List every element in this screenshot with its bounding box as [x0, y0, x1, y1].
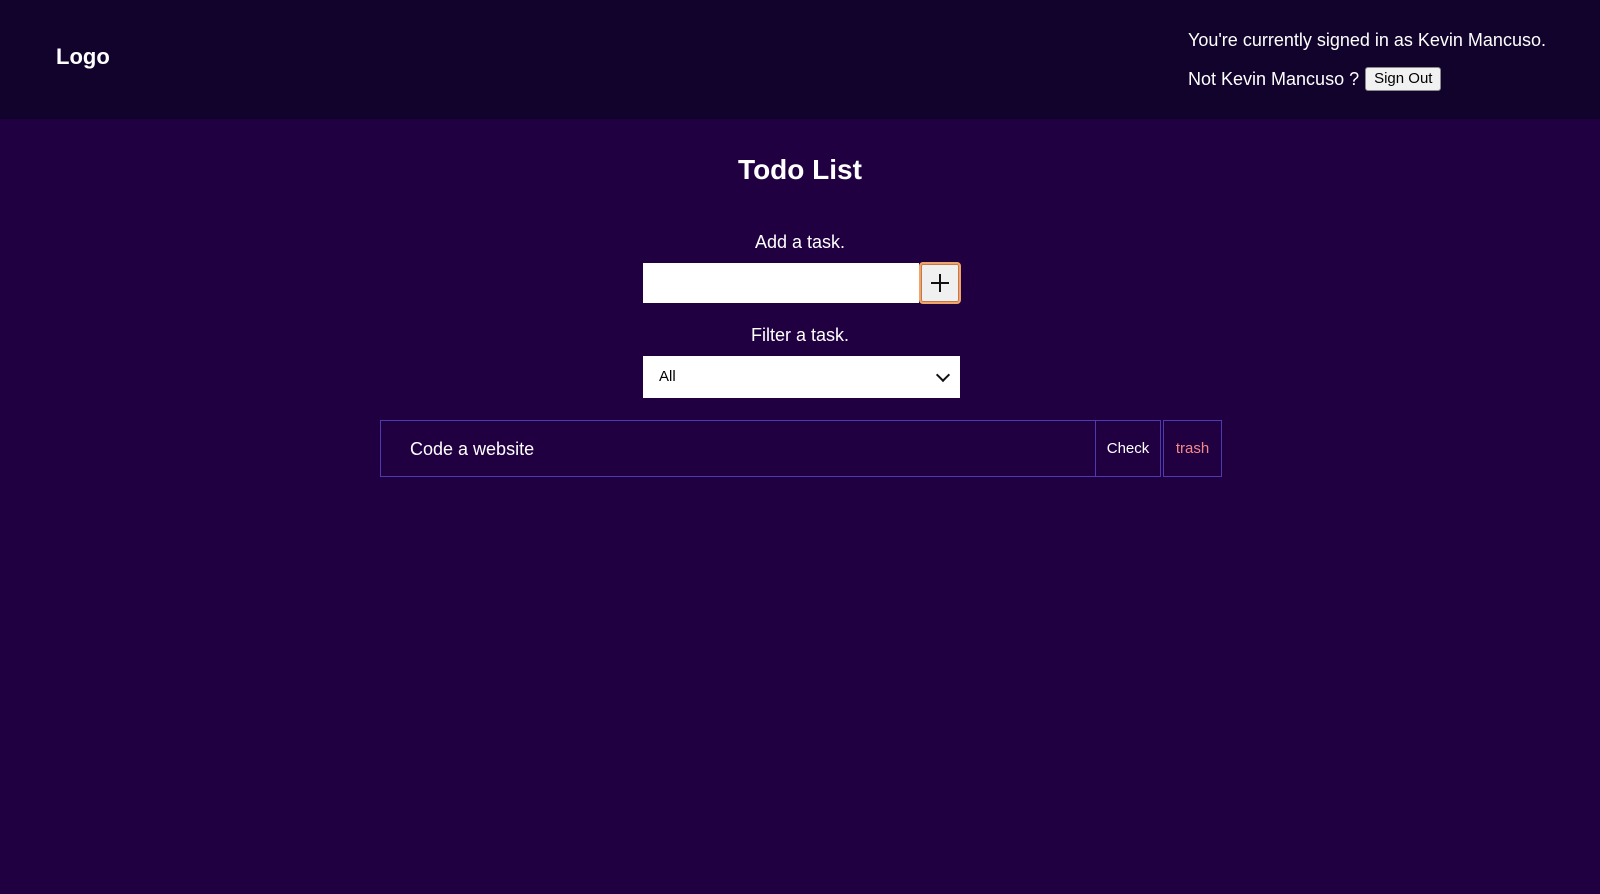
signed-in-status: You're currently signed in as Kevin Manc…: [1188, 30, 1546, 50]
check-button[interactable]: Check: [1095, 420, 1161, 477]
filter-select[interactable]: All: [643, 356, 960, 398]
top-bar: Logo You're currently signed in as Kevin…: [0, 0, 1600, 119]
add-task-input[interactable]: [643, 263, 919, 303]
plus-icon: [931, 274, 949, 292]
sign-out-button[interactable]: Sign Out: [1365, 67, 1442, 91]
add-task-button[interactable]: [919, 262, 961, 304]
filter-selected-value: All: [659, 368, 676, 385]
not-user-row: Not Kevin Mancuso ? Sign Out: [1188, 66, 1442, 92]
page: Logo You're currently signed in as Kevin…: [0, 0, 1600, 894]
filter-task-label: Filter a task.: [750, 325, 850, 345]
page-title: Todo List: [738, 154, 862, 185]
not-user-text: Not Kevin Mancuso ?: [1188, 69, 1360, 89]
task-row: Code a website Check trash: [380, 420, 1222, 477]
task-text: Code a website: [410, 438, 535, 459]
task-item: Code a website: [380, 420, 1096, 477]
chevron-down-icon: [935, 367, 951, 382]
logo: Logo: [56, 44, 110, 69]
add-task-label: Add a task.: [754, 232, 846, 252]
trash-button[interactable]: trash: [1163, 420, 1222, 477]
